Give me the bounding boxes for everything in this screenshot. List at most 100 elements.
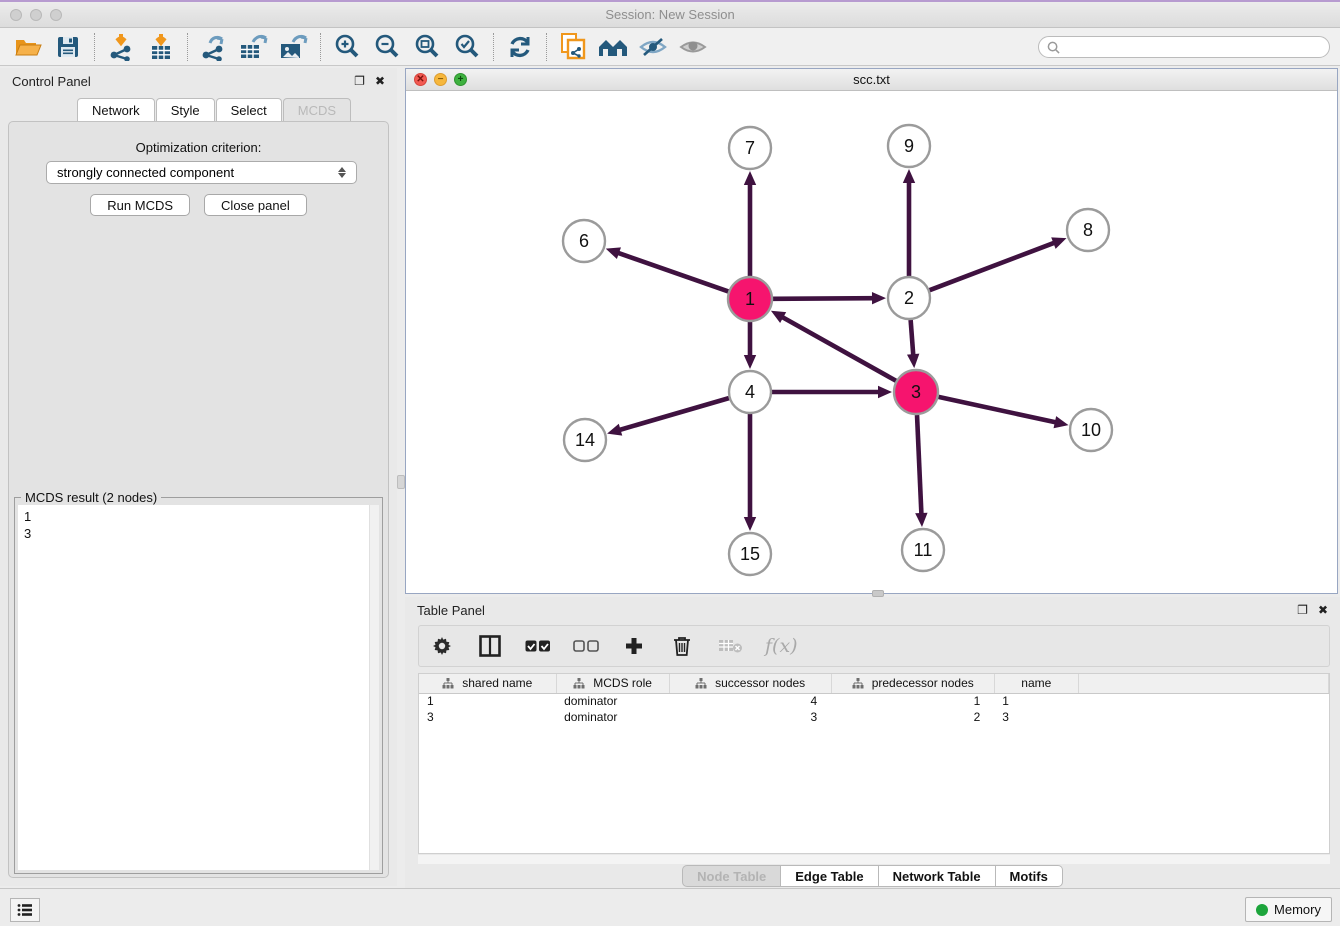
export-image-button[interactable]: [274, 31, 314, 63]
import-table-button[interactable]: [141, 31, 181, 63]
open-folder-icon: [14, 35, 42, 59]
list-icon: [17, 903, 33, 917]
edge-3-1[interactable]: [781, 316, 896, 381]
node-label-11: 11: [914, 540, 933, 560]
table-horizontal-scrollbar[interactable]: [418, 855, 1330, 864]
column-header-successor-nodes[interactable]: successor nodes: [669, 674, 831, 693]
tab-edge-table[interactable]: Edge Table: [781, 865, 878, 887]
run-mcds-button[interactable]: Run MCDS: [90, 194, 190, 216]
export-network-button[interactable]: [194, 31, 234, 63]
close-table-panel-icon[interactable]: ✖: [1318, 604, 1328, 616]
node-table[interactable]: shared nameMCDS rolesuccessor nodesprede…: [418, 673, 1330, 854]
memory-button[interactable]: Memory: [1245, 897, 1332, 922]
node-label-6: 6: [579, 231, 589, 251]
column-header-MCDS-role[interactable]: MCDS role: [556, 674, 669, 693]
mcds-result-area[interactable]: 1 3: [18, 505, 379, 870]
network-canvas[interactable]: 7968124314101511: [406, 91, 1337, 593]
control-tab-style[interactable]: Style: [156, 98, 215, 121]
cell[interactable]: 1: [994, 693, 1078, 709]
zoom-out-icon: [373, 33, 401, 61]
zoom-selected-button[interactable]: [447, 31, 487, 63]
cell[interactable]: 1: [831, 693, 994, 709]
arrowhead-2-9: [903, 169, 915, 183]
search-input[interactable]: [1065, 40, 1321, 54]
delete-column-icon[interactable]: [669, 633, 695, 659]
tab-node-table[interactable]: Node Table: [682, 865, 781, 887]
edge-3-11[interactable]: [917, 415, 921, 516]
memory-status-icon: [1256, 904, 1268, 916]
edge-4-14[interactable]: [618, 398, 729, 430]
tab-network-table[interactable]: Network Table: [879, 865, 996, 887]
result-scrollbar[interactable]: [369, 505, 379, 870]
cell-filler: [1078, 693, 1328, 709]
zoom-out-button[interactable]: [367, 31, 407, 63]
refresh-view-button[interactable]: [500, 31, 540, 63]
save-session-button[interactable]: [48, 31, 88, 63]
select-all-checkboxes-icon[interactable]: [525, 633, 551, 659]
tab-motifs[interactable]: Motifs: [996, 865, 1063, 887]
zoom-in-button[interactable]: [327, 31, 367, 63]
float-table-panel-icon[interactable]: ❐: [1297, 604, 1308, 616]
control-tab-select[interactable]: Select: [216, 98, 282, 121]
eye-slash-icon: [638, 35, 668, 59]
node-label-10: 10: [1081, 420, 1101, 440]
control-panel-header: Control Panel ❐ ✖: [0, 68, 397, 94]
close-panel-button[interactable]: Close panel: [204, 194, 307, 216]
column-header-name[interactable]: name: [994, 674, 1078, 693]
column-header-shared-name[interactable]: shared name: [419, 674, 556, 693]
new-network-from-selection-button[interactable]: [553, 31, 593, 63]
zoom-fit-button[interactable]: [407, 31, 447, 63]
cell[interactable]: 3: [994, 709, 1078, 725]
cell[interactable]: dominator: [556, 693, 669, 709]
edge-2-3[interactable]: [911, 320, 914, 357]
edge-3-10[interactable]: [938, 397, 1057, 423]
settings-gear-icon[interactable]: [429, 633, 455, 659]
network-graph[interactable]: 7968124314101511: [406, 91, 1337, 593]
cell[interactable]: 3: [419, 709, 556, 725]
hide-selected-button[interactable]: [633, 31, 673, 63]
delete-table-icon[interactable]: [717, 633, 743, 659]
dropdown-value: strongly connected component: [57, 165, 234, 180]
table-row[interactable]: 3dominator323: [419, 709, 1329, 725]
optimization-criterion-label: Optimization criterion:: [9, 140, 388, 155]
control-tab-mcds[interactable]: MCDS: [283, 98, 351, 121]
node-label-2: 2: [904, 288, 914, 308]
network-window-titlebar[interactable]: ✕ − + scc.txt: [406, 69, 1337, 91]
close-panel-icon[interactable]: ✖: [375, 75, 385, 87]
optimization-criterion-dropdown[interactable]: strongly connected component: [46, 161, 357, 184]
node-label-1: 1: [745, 289, 755, 309]
cell[interactable]: 3: [669, 709, 831, 725]
network-window-resize-grip[interactable]: [872, 590, 884, 597]
open-session-button[interactable]: [8, 31, 48, 63]
houses-button[interactable]: [593, 31, 633, 63]
cell[interactable]: 1: [419, 693, 556, 709]
refresh-icon: [507, 34, 533, 60]
control-tab-network[interactable]: Network: [77, 98, 155, 121]
node-label-3: 3: [911, 382, 921, 402]
show-all-button[interactable]: [673, 31, 713, 63]
split-pane-icon[interactable]: [477, 633, 503, 659]
edge-2-8[interactable]: [930, 242, 1057, 290]
mcds-result-title: MCDS result (2 nodes): [21, 490, 161, 505]
add-column-icon[interactable]: [621, 633, 647, 659]
node-label-9: 9: [904, 136, 914, 156]
cell[interactable]: dominator: [556, 709, 669, 725]
function-builder-button[interactable]: f(x): [765, 635, 798, 657]
import-network-button[interactable]: [101, 31, 141, 63]
export-table-button[interactable]: [234, 31, 274, 63]
mcds-result-group: MCDS result (2 nodes) 1 3: [14, 497, 383, 874]
table-row[interactable]: 1dominator411: [419, 693, 1329, 709]
cell[interactable]: 4: [669, 693, 831, 709]
panel-splitter-grip[interactable]: [397, 475, 405, 489]
toolbar-separator: [320, 33, 321, 61]
table-panel-title: Table Panel: [417, 603, 1287, 618]
cell[interactable]: 2: [831, 709, 994, 725]
column-header-predecessor-nodes[interactable]: predecessor nodes: [831, 674, 994, 693]
float-panel-icon[interactable]: ❐: [354, 75, 365, 87]
application-window: Session: New Session: [0, 0, 1340, 926]
task-history-button[interactable]: [10, 898, 40, 922]
edge-1-2[interactable]: [773, 298, 875, 299]
deselect-checkboxes-icon[interactable]: [573, 633, 599, 659]
search-field[interactable]: [1038, 36, 1330, 58]
edge-1-6[interactable]: [616, 252, 728, 291]
